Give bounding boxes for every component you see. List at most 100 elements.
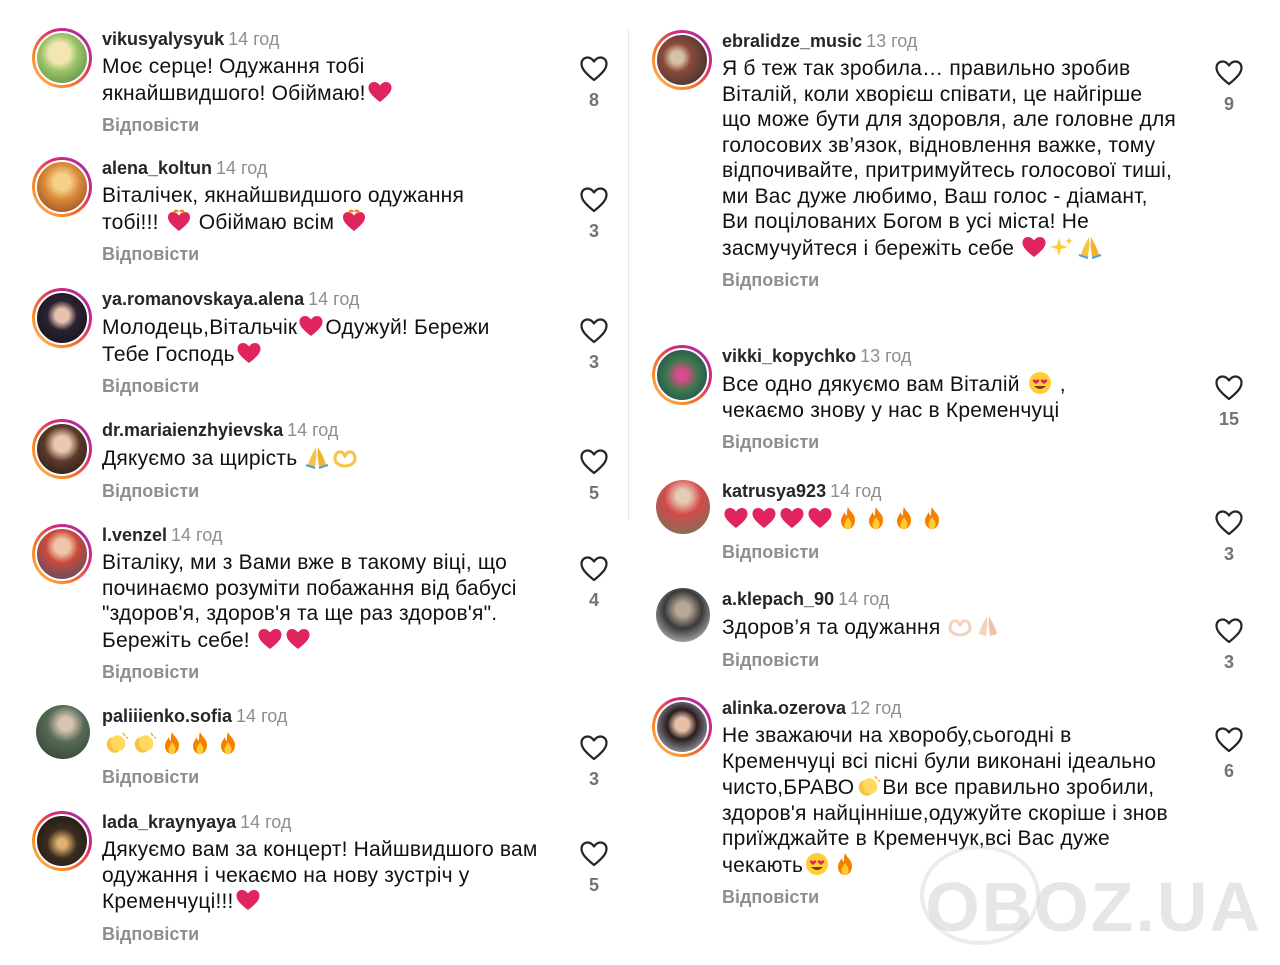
timestamp: 13 год <box>866 31 918 51</box>
username[interactable]: katrusya923 <box>722 481 826 501</box>
reply-button[interactable]: Відповісти <box>102 480 572 502</box>
heart-icon <box>779 506 805 530</box>
avatar[interactable] <box>32 28 92 88</box>
like-group: 5 <box>574 449 614 503</box>
comment-meta: alinka.ozerova 12 год <box>722 697 1182 719</box>
comment-text: Здоров’я та одужання <box>722 614 1182 641</box>
fire-icon <box>159 731 185 755</box>
comment-text: Я б теж так зробила… правильно зробив Ві… <box>722 57 1176 260</box>
like-group: 3 <box>574 318 614 372</box>
comment-meta: katrusya923 14 год <box>722 480 1182 502</box>
reply-button[interactable]: Відповісти <box>102 243 572 265</box>
clap-icon <box>131 731 157 755</box>
comment-meta: vikusyalysyuk 14 год <box>102 28 572 50</box>
avatar[interactable] <box>656 588 710 642</box>
comment-text <box>102 731 572 758</box>
comment-meta: ya.romanovskaya.alena 14 год <box>102 288 572 310</box>
username[interactable]: ya.romanovskaya.alena <box>102 289 304 309</box>
like-count: 5 <box>588 483 599 503</box>
heart-outline-icon[interactable] <box>1215 510 1243 536</box>
like-count: 3 <box>588 769 599 789</box>
like-group: 9 <box>1209 60 1249 114</box>
heart-outline-icon[interactable] <box>580 449 608 475</box>
username[interactable]: dr.mariaienzhyievska <box>102 420 283 440</box>
reply-button[interactable]: Відповісти <box>102 766 572 788</box>
heart-outline-icon[interactable] <box>580 187 608 213</box>
avatar[interactable] <box>652 345 712 405</box>
comment-text: Дякуємо за щирість <box>102 445 542 472</box>
heart-icon <box>236 341 262 365</box>
timestamp: 14 год <box>240 812 292 832</box>
heart-eyes-icon <box>804 852 830 876</box>
username[interactable]: l.venzel <box>102 525 167 545</box>
comment-meta: vikki_kopychko 13 год <box>722 345 1182 367</box>
column-divider <box>628 30 629 520</box>
heart-outline-icon[interactable] <box>1215 618 1243 644</box>
comment-meta: lada_kraynyaya 14 год <box>102 811 572 833</box>
comment-meta: l.venzel 14 год <box>102 524 572 546</box>
reply-button[interactable]: Відповісти <box>102 375 572 397</box>
reply-button[interactable]: Відповісти <box>722 541 1182 563</box>
heart-icon <box>723 506 749 530</box>
like-group: 6 <box>1209 727 1249 781</box>
heart-outline-icon[interactable] <box>1215 60 1243 86</box>
fire-heart-icon <box>166 209 192 233</box>
fire-icon <box>215 731 241 755</box>
comment-text: Молодець,Вітальчік Одужуй! Бережи Тебе Го… <box>102 316 490 366</box>
username[interactable]: vikki_kopychko <box>722 346 856 366</box>
heart-outline-icon[interactable] <box>580 841 608 867</box>
fire-icon <box>919 506 945 530</box>
username[interactable]: a.klepach_90 <box>722 589 834 609</box>
like-count: 9 <box>1223 94 1234 114</box>
heart-outline-icon[interactable] <box>1215 375 1243 401</box>
timestamp: 14 год <box>171 525 223 545</box>
username[interactable]: vikusyalysyuk <box>102 29 224 49</box>
reply-button[interactable]: Відповісти <box>102 923 572 945</box>
heart-outline-icon[interactable] <box>580 56 608 82</box>
heart-outline-icon[interactable] <box>580 318 608 344</box>
timestamp: 12 год <box>850 698 902 718</box>
pray-icon <box>975 614 1001 638</box>
heart-outline-icon[interactable] <box>580 556 608 582</box>
heart-icon <box>807 506 833 530</box>
heart-icon <box>1021 235 1047 259</box>
reply-button[interactable]: Відповісти <box>102 114 572 136</box>
heart-outline-icon[interactable] <box>1215 727 1243 753</box>
avatar[interactable] <box>32 419 92 479</box>
comment-meta: alena_koltun 14 год <box>102 157 572 179</box>
comment-text: Віталічек, якнайшвидшого одужання тобі!!… <box>102 184 465 234</box>
avatar[interactable] <box>32 524 92 584</box>
watermark: OBOZ.UA <box>925 868 1262 946</box>
avatar[interactable] <box>656 480 710 534</box>
heart-hands-icon <box>947 614 973 638</box>
timestamp: 14 год <box>287 420 339 440</box>
avatar[interactable] <box>32 157 92 217</box>
like-count: 15 <box>1218 409 1240 429</box>
comment-text: Дякуємо вам за концерт! Найшвидшого вам … <box>102 838 538 913</box>
username[interactable]: ebralidze_music <box>722 31 862 51</box>
fire-icon <box>863 506 889 530</box>
avatar[interactable] <box>652 697 712 757</box>
like-count: 6 <box>1223 761 1234 781</box>
avatar[interactable] <box>32 288 92 348</box>
fire-icon <box>891 506 917 530</box>
heart-icon <box>235 888 261 912</box>
reply-button[interactable]: Відповісти <box>102 661 572 683</box>
username[interactable]: paliiienko.sofia <box>102 706 232 726</box>
clap-icon <box>855 774 881 798</box>
reply-button[interactable]: Відповісти <box>722 649 1182 671</box>
username[interactable]: lada_kraynyaya <box>102 812 236 832</box>
reply-button[interactable]: Відповісти <box>722 269 1182 291</box>
avatar[interactable] <box>652 30 712 90</box>
reply-button[interactable]: Відповісти <box>722 431 1182 453</box>
heart-outline-icon[interactable] <box>580 735 608 761</box>
timestamp: 14 год <box>216 158 268 178</box>
comment-meta: dr.mariaienzhyievska 14 год <box>102 419 572 441</box>
username[interactable]: alena_koltun <box>102 158 212 178</box>
username[interactable]: alinka.ozerova <box>722 698 846 718</box>
comment-meta: paliiienko.sofia 14 год <box>102 705 572 727</box>
avatar[interactable] <box>32 811 92 871</box>
comment-text: Все одно дякуємо вам Віталій , чекаємо з… <box>722 373 1066 422</box>
avatar[interactable] <box>36 705 90 759</box>
like-group: 4 <box>574 556 614 610</box>
